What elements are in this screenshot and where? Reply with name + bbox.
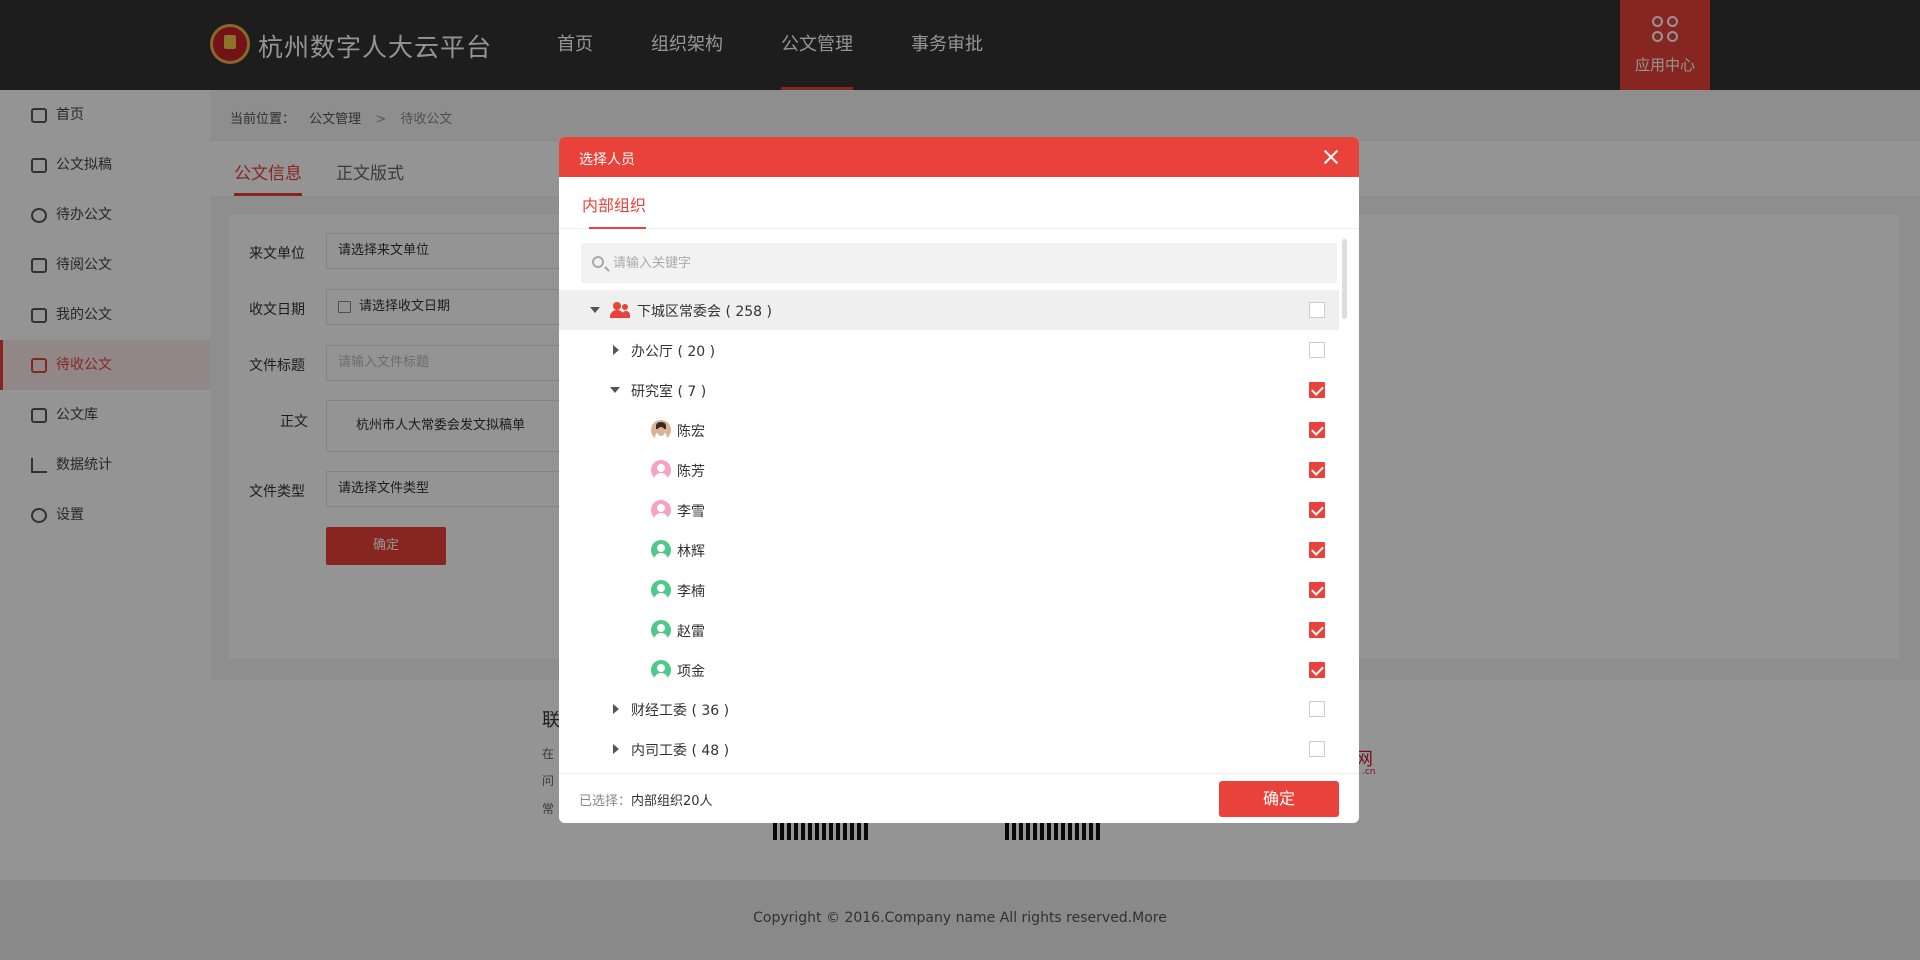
person-row[interactable]: 项金 (559, 650, 1339, 690)
person-checkbox[interactable] (1309, 622, 1325, 638)
tree-group-row[interactable]: 办公厅 ( 20 ) (559, 330, 1339, 370)
person-checkbox[interactable] (1309, 582, 1325, 598)
person-checkbox[interactable] (1309, 542, 1325, 558)
group-label: 财经工委 ( 36 ) (631, 703, 730, 719)
person-name: 项金 (677, 664, 705, 680)
group-label: 办公厅 ( 20 ) (631, 344, 716, 360)
group-checkbox[interactable] (1309, 382, 1325, 398)
confirm-button[interactable]: 确定 (1219, 781, 1339, 817)
close-icon[interactable] (1323, 149, 1339, 165)
caret-right-icon[interactable] (613, 744, 619, 754)
male-user-icon (651, 660, 671, 680)
person-checkbox[interactable] (1309, 662, 1325, 678)
person-name: 林辉 (677, 544, 705, 560)
person-row[interactable]: 林辉 (559, 530, 1339, 570)
modal-footer: 已选择：内部组织20人 确定 (559, 773, 1359, 823)
selected-prefix: 已选择： (579, 794, 632, 809)
person-checkbox[interactable] (1309, 502, 1325, 518)
person-row[interactable]: 李楠 (559, 570, 1339, 610)
female-user-icon (651, 500, 671, 520)
root-checkbox[interactable] (1309, 302, 1325, 318)
person-row[interactable]: 陈芳 (559, 450, 1339, 490)
modal-tabs: 内部组织 (559, 177, 1359, 229)
person-name: 陈芳 (677, 464, 705, 480)
caret-down-icon[interactable] (610, 387, 620, 393)
scrollbar[interactable] (1342, 239, 1347, 319)
modal-title: 选择人员 (579, 152, 635, 168)
person-row[interactable]: 李雪 (559, 490, 1339, 530)
avatar-photo (651, 420, 671, 440)
person-row[interactable]: 赵雷 (559, 610, 1339, 650)
search-box (581, 243, 1337, 283)
tree-root-label: 下城区常委会 ( 258 ) (637, 304, 772, 320)
person-checkbox[interactable] (1309, 422, 1325, 438)
person-name: 李楠 (677, 584, 705, 600)
male-user-icon (651, 620, 671, 640)
person-checkbox[interactable] (1309, 462, 1325, 478)
select-people-modal: 选择人员 内部组织 下城区常委会 ( 258 ) 办公厅 ( 20 ) 研究室 … (559, 137, 1359, 823)
caret-right-icon[interactable] (613, 345, 619, 355)
tree-group-row[interactable]: 研究室 ( 7 ) (559, 370, 1339, 410)
person-name: 李雪 (677, 504, 705, 520)
tree-group-row[interactable]: 财经工委 ( 36 ) (559, 689, 1339, 729)
search-input[interactable] (613, 243, 1313, 283)
caret-right-icon[interactable] (613, 704, 619, 714)
female-user-icon (651, 460, 671, 480)
tab-internal-organization[interactable]: 内部组织 (582, 192, 647, 229)
caret-down-icon[interactable] (590, 307, 600, 313)
male-user-icon (651, 580, 671, 600)
group-icon (610, 301, 630, 319)
tree-group-row[interactable]: 内司工委 ( 48 ) (559, 729, 1339, 769)
selected-value: 内部组织20人 (631, 794, 713, 809)
search-icon (592, 256, 604, 268)
group-checkbox[interactable] (1309, 342, 1325, 358)
male-user-icon (651, 540, 671, 560)
group-checkbox[interactable] (1309, 701, 1325, 717)
modal-header: 选择人员 (559, 137, 1359, 177)
group-checkbox[interactable] (1309, 741, 1325, 757)
person-row[interactable]: 陈宏 (559, 410, 1339, 450)
person-name: 赵雷 (677, 624, 705, 640)
person-name: 陈宏 (677, 424, 705, 440)
group-label: 内司工委 ( 48 ) (631, 743, 730, 759)
tree-root-row[interactable]: 下城区常委会 ( 258 ) (559, 290, 1339, 330)
selected-summary: 已选择：内部组织20人 (579, 790, 713, 809)
group-label: 研究室 ( 7 ) (631, 384, 707, 400)
